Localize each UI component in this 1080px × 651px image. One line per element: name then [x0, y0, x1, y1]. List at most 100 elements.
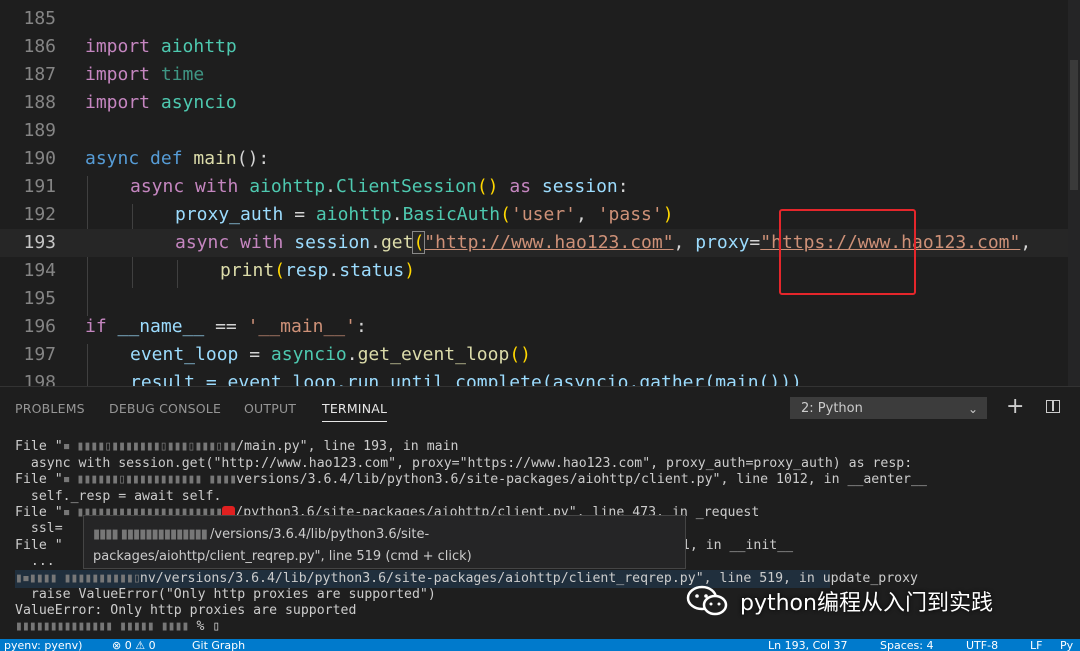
redacted-text: ▮▪▮▮▮▮ ▮▮▮▮▮▮▮▮▮▮▯	[15, 571, 141, 586]
code-line-185[interactable]: 185	[0, 5, 1068, 33]
terminal-line[interactable]: File "▪ ▮▮▮▮▯▮▮▮▮▮▮▮▯▮▮▮▯▮▮▮▯▮▮/main.py"…	[15, 439, 458, 455]
punctuation: ,	[576, 204, 598, 225]
keyword: import	[85, 36, 151, 57]
code-line-191[interactable]: 191 async with aiohttp.ClientSession() as…	[0, 173, 1068, 201]
function-name: main	[193, 148, 237, 169]
punctuation: ():	[236, 148, 270, 169]
punctuation: )	[404, 260, 416, 281]
class-name: BasicAuth	[402, 204, 501, 225]
keyword: as	[509, 176, 532, 197]
terminal-text: File "	[15, 439, 63, 454]
code-text: result = event_loop.run_until_complete(a…	[130, 372, 802, 386]
code-line-186[interactable]: 186 import aiohttp	[0, 33, 1068, 61]
variable: __name__	[117, 316, 205, 337]
watermark-text: python编程从入门到实践	[740, 591, 993, 616]
terminal-text: ValueError: Only http proxies are suppor…	[15, 603, 357, 618]
terminal-text: File "	[15, 472, 63, 487]
link-tooltip: ▮▮▮▮ ▮▮▮▮▮▮▮▮▮▮▮▮▮▮ /versions/3.6.4/lib/…	[83, 515, 686, 569]
status-indentation[interactable]: Spaces: 4	[880, 640, 933, 651]
status-encoding[interactable]: UTF-8	[966, 640, 998, 651]
terminal-text: nv/versions/3.6.4/lib/python3.6/site-pac…	[139, 571, 918, 586]
tab-debug-console[interactable]: DEBUG CONSOLE	[109, 401, 221, 416]
module-name: asyncio	[160, 92, 237, 113]
line-number: 187	[23, 64, 56, 85]
module-name: aiohttp	[249, 176, 326, 197]
code-line-196[interactable]: 196 if __name__ == '__main__':	[0, 313, 1068, 341]
code-line-198[interactable]: 198 result = event_loop.run_until_complet…	[0, 369, 1068, 386]
terminal-select[interactable]: 2: Python ⌄	[790, 397, 987, 419]
variable: session	[294, 232, 371, 253]
terminal-text: versions/3.6.4/lib/python3.6/site-packag…	[236, 472, 927, 487]
redacted-text: ▪ ▮▮▮▮▮▮▯▮▮▮▮▮▮▮▮▮▮▮ ▮▮▮▮	[62, 472, 237, 487]
function-name: get	[380, 232, 414, 253]
keyword: async	[85, 148, 140, 169]
variable: proxy_auth	[175, 204, 284, 225]
code-editor[interactable]: 185 186 import aiohttp 187 import time 188…	[0, 0, 1068, 386]
code-line-188[interactable]: 188 import asyncio	[0, 89, 1068, 117]
variable: resp	[285, 260, 329, 281]
variable: event_loop	[130, 344, 239, 365]
status-language[interactable]: Py	[1060, 640, 1073, 651]
module-name: aiohttp	[315, 204, 392, 225]
tab-output[interactable]: OUTPUT	[244, 401, 296, 416]
terminal-line[interactable]: File "▪ ▮▮▮▮▮▮▯▮▮▮▮▮▮▮▮▮▮▮ ▮▮▮▮versions/…	[15, 472, 927, 488]
code-line-197[interactable]: 197 event_loop = asyncio.get_event_loop()	[0, 341, 1068, 369]
status-problems[interactable]: ⊗ 0 ⚠ 0	[112, 640, 156, 651]
status-bar: pyenv: pyenv) ⊗ 0 ⚠ 0 Git Graph Ln 193, …	[0, 639, 1080, 651]
editor-scrollbar[interactable]	[1068, 0, 1080, 386]
tooltip-line-1: /versions/3.6.4/lib/python3.6/site-	[210, 527, 430, 542]
line-number: 186	[23, 36, 56, 57]
url-link[interactable]: "http://www.hao123.com"	[424, 232, 673, 253]
operator: ==	[204, 316, 248, 337]
keyword: with	[195, 176, 239, 197]
chevron-down-icon: ⌄	[967, 402, 978, 416]
scrollbar-thumb[interactable]	[1070, 60, 1078, 190]
operator: =	[238, 344, 271, 365]
terminal-text: % ▯	[188, 619, 221, 634]
terminal-select-value: 2: Python	[801, 401, 863, 416]
tooltip-line-2: packages/aiohttp/client_reqrep.py", line…	[93, 549, 472, 564]
operator: =	[749, 232, 761, 253]
split-terminal-icon[interactable]	[1046, 400, 1060, 413]
module-name: time	[160, 64, 205, 85]
terminal-text: /main.py", line 193, in main	[236, 439, 459, 454]
keyword: async	[130, 176, 185, 197]
class-name: ClientSession	[335, 176, 477, 197]
status-git-graph[interactable]: Git Graph	[192, 640, 245, 651]
module-name: aiohttp	[160, 36, 237, 57]
code-line-189[interactable]: 189	[0, 117, 1068, 145]
line-number: 191	[23, 176, 56, 197]
line-number: 195	[23, 288, 56, 309]
terminal-text: File "	[15, 538, 63, 553]
keyword: if	[85, 316, 107, 337]
function-name: get_event_loop	[357, 344, 510, 365]
punctuation: ()	[509, 344, 531, 365]
punctuation: (	[412, 231, 426, 254]
redacted-path: ▮▮▮▮ ▮▮▮▮▮▮▮▮▮▮▮▮▮▮	[93, 527, 211, 542]
line-number: 194	[23, 260, 56, 281]
status-eol[interactable]: LF	[1030, 640, 1042, 651]
code-line-187[interactable]: 187 import time	[0, 61, 1068, 89]
tab-problems[interactable]: PROBLEMS	[15, 401, 85, 416]
operator: =	[283, 204, 316, 225]
tab-terminal[interactable]: TERMINAL	[322, 401, 388, 422]
terminal-line: ...	[15, 554, 55, 570]
code-line-190[interactable]: 190 async def main():	[0, 145, 1068, 173]
new-terminal-plus-icon[interactable]: +	[1006, 395, 1024, 419]
string: '__main__'	[247, 316, 356, 337]
punctuation: ,	[673, 232, 696, 253]
terminal-line: ▮▮▮▮▮▮▮▮▮▮▮▮▮▮ ▮▮▮▮▮ ▮▮▮▮ % ▯	[15, 619, 220, 635]
punctuation: :	[355, 316, 367, 337]
punctuation: )	[662, 204, 674, 225]
line-number: 198	[23, 372, 56, 386]
status-cursor-position[interactable]: Ln 193, Col 37	[768, 640, 848, 651]
punctuation: ()	[476, 176, 499, 197]
line-number: 193	[23, 232, 56, 253]
punctuation: .	[391, 204, 403, 225]
attribute: status	[339, 260, 405, 281]
terminal-line: ValueError: Only http proxies are suppor…	[15, 603, 356, 619]
status-pyenv[interactable]: pyenv: pyenv)	[4, 640, 82, 651]
line-number: 185	[23, 8, 56, 29]
punctuation: .	[370, 232, 381, 253]
keyword: async	[175, 232, 230, 253]
